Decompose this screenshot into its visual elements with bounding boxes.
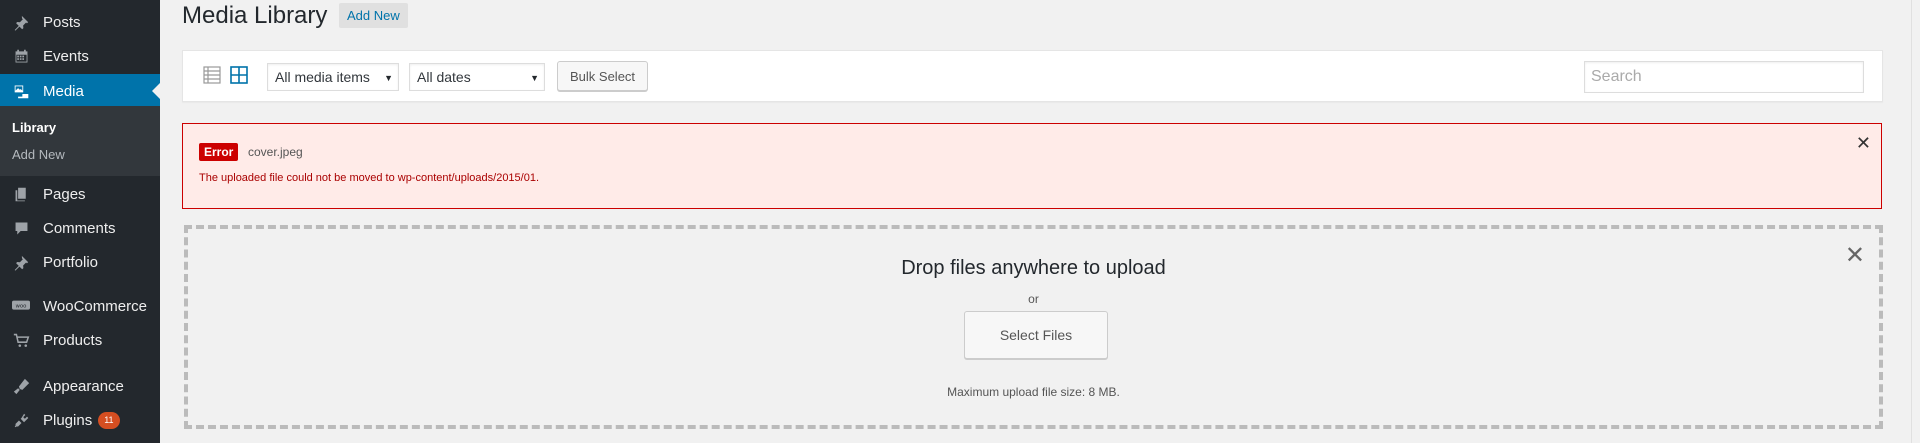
search-input[interactable]: Search	[1584, 61, 1864, 93]
sidebar-item-label: Appearance	[43, 377, 124, 395]
select-files-button[interactable]: Select Files	[964, 311, 1108, 359]
media-toolbar: All media items ▼ All dates ▼ Bulk Selec…	[182, 50, 1883, 102]
sidebar-item-label: Events	[43, 47, 89, 65]
calendar-icon	[8, 46, 34, 66]
media-icon	[8, 81, 34, 101]
drop-zone-title: Drop files anywhere to upload	[901, 257, 1166, 279]
sidebar-item-plugins[interactable]: Plugins 11	[0, 403, 160, 437]
media-type-filter[interactable]: All media items ▼	[267, 63, 399, 91]
drop-zone-or: or	[1028, 292, 1039, 306]
comment-icon	[8, 218, 34, 238]
sidebar-item-products[interactable]: Products	[0, 323, 160, 357]
media-submenu: Library Add New	[0, 106, 160, 176]
chevron-down-icon: ▼	[530, 73, 539, 83]
sidebar-item-label: Pages	[43, 185, 86, 203]
page-title: Media Library	[182, 2, 328, 29]
bulk-select-button[interactable]: Bulk Select	[557, 61, 649, 91]
error-label: Error	[199, 143, 239, 161]
error-message: The uploaded file could not be moved to …	[199, 172, 540, 184]
update-count-badge: 11	[98, 411, 120, 429]
cart-icon	[8, 330, 34, 350]
sidebar-item-label: Products	[43, 331, 103, 349]
grid-view-icon[interactable]	[230, 66, 248, 84]
max-upload-size: Maximum upload file size: 8 MB.	[947, 385, 1120, 399]
sidebar-item-comments[interactable]: Comments	[0, 211, 160, 245]
sidebar-item-label: Comments	[43, 219, 116, 237]
sidebar-item-label: WooCommerce	[43, 297, 147, 315]
sidebar-item-label: Media	[43, 82, 84, 100]
pushpin-icon	[8, 12, 34, 32]
sidebar-item-events[interactable]: Events	[0, 39, 160, 73]
sidebar-item-woocommerce[interactable]: woo WooCommerce	[0, 289, 160, 323]
upload-drop-zone[interactable]: Drop files anywhere to upload or Select …	[184, 225, 1883, 429]
main-content: Media Library Add New All media items ▼ …	[160, 0, 1920, 443]
close-uploader-icon[interactable]: ✕	[1845, 241, 1865, 270]
add-new-button[interactable]: Add New	[339, 3, 408, 28]
sidebar-item-pages[interactable]: Pages	[0, 177, 160, 211]
woo-icon: woo	[8, 296, 34, 316]
sidebar-item-label: Posts	[43, 13, 81, 31]
submenu-item-add-new[interactable]: Add New	[12, 147, 65, 162]
pushpin-icon	[8, 252, 34, 272]
scrollbar[interactable]	[1911, 0, 1920, 443]
pages-icon	[8, 184, 34, 204]
admin-sidebar: Posts Events Media Library Add New Pages…	[0, 0, 160, 443]
sidebar-item-label: Plugins	[43, 411, 93, 429]
sidebar-item-appearance[interactable]: Appearance	[0, 369, 160, 403]
plugin-icon	[8, 410, 34, 430]
submenu-item-library[interactable]: Library	[12, 120, 56, 135]
upload-error-notice: Error cover.jpeg The uploaded file could…	[182, 123, 1882, 209]
sidebar-item-media[interactable]: Media	[0, 74, 160, 108]
brush-icon	[8, 376, 34, 396]
sidebar-item-posts[interactable]: Posts	[0, 5, 160, 39]
error-filename: cover.jpeg	[248, 145, 303, 159]
chevron-down-icon: ▼	[384, 73, 393, 83]
search-placeholder: Search	[1591, 68, 1642, 85]
sidebar-item-label: Portfolio	[43, 253, 99, 271]
date-filter[interactable]: All dates ▼	[409, 63, 545, 91]
svg-text:woo: woo	[16, 303, 27, 309]
date-filter-value: All dates	[417, 69, 471, 85]
sidebar-item-portfolio[interactable]: Portfolio	[0, 245, 160, 279]
dismiss-error-icon[interactable]: ✕	[1856, 133, 1871, 154]
list-view-icon[interactable]	[203, 66, 221, 84]
media-type-filter-value: All media items	[275, 69, 370, 85]
